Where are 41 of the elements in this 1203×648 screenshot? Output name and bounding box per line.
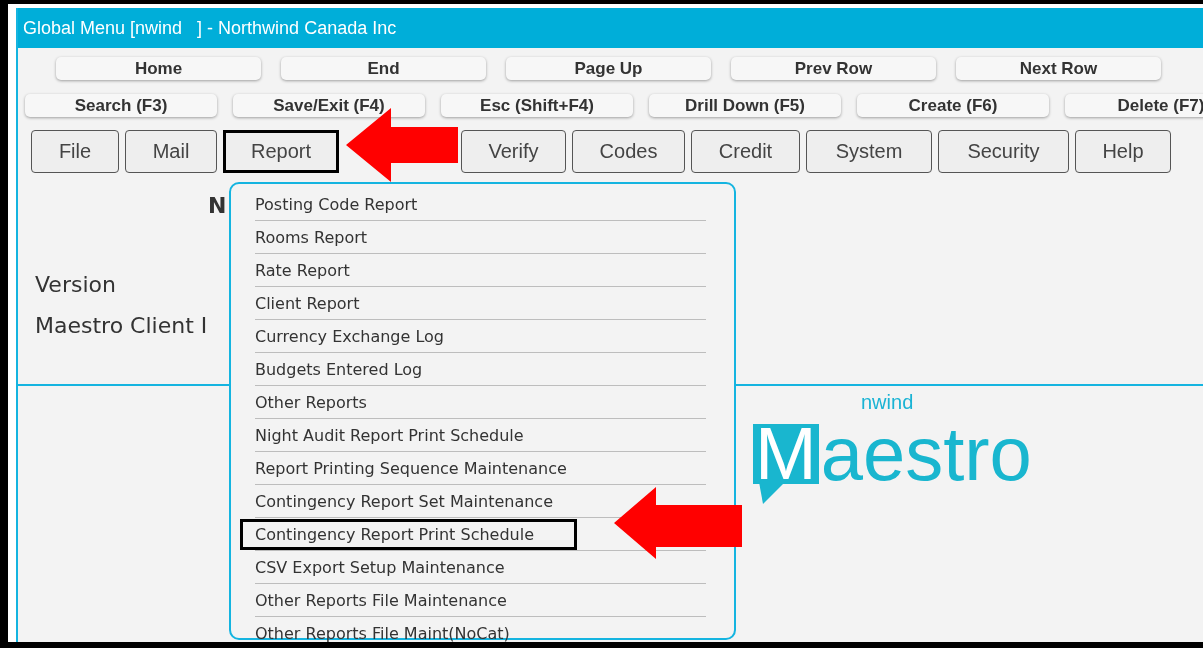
menu-tab[interactable]: File: [31, 130, 119, 173]
menu-tab[interactable]: Verify: [461, 130, 566, 173]
field-label: Maestro Client I: [35, 313, 208, 338]
menu-item[interactable]: Rooms Report: [240, 222, 411, 253]
menu-item[interactable]: Budgets Entered Log: [240, 354, 466, 385]
nav-button[interactable]: Save/Exit (F4): [233, 94, 425, 117]
nav-button[interactable]: Page Up: [506, 57, 711, 80]
menu-tab[interactable]: Codes: [572, 130, 685, 173]
window-title: Global Menu [nwind ] - Northwind Canada Inc: [18, 8, 1203, 48]
nav-button[interactable]: Drill Down (F5): [649, 94, 841, 117]
menu-item[interactable]: Other Reports: [240, 387, 410, 418]
nav-button[interactable]: End: [281, 57, 486, 80]
menu-item[interactable]: Contingency Report Print Schedule: [240, 519, 577, 550]
menu-tab[interactable]: Report: [223, 130, 339, 173]
menu-tab[interactable]: Mail: [125, 130, 217, 173]
field-label: Version: [35, 272, 116, 297]
menu-item[interactable]: Client Report: [240, 288, 403, 319]
menu-item[interactable]: Rate Report: [240, 255, 393, 286]
menu-item[interactable]: Other Reports File Maintenance: [240, 585, 550, 616]
nav-button[interactable]: Next Row: [956, 57, 1161, 80]
menu-item[interactable]: Posting Code Report: [240, 189, 461, 220]
menu-tab[interactable]: Help: [1075, 130, 1171, 173]
nav-button[interactable]: Create (F6): [857, 94, 1049, 117]
menu-tab[interactable]: System: [806, 130, 932, 173]
menu-tab[interactable]: Security: [938, 130, 1069, 173]
menu-item[interactable]: Other Reports File Maint(NoCat): [240, 618, 553, 642]
speech-tail-icon: [759, 482, 785, 504]
company-code: nwind: [861, 391, 914, 413]
heading-text: N: [208, 193, 227, 218]
menu-item[interactable]: CSV Export Setup Maintenance: [240, 552, 548, 583]
menu-item[interactable]: Night Audit Report Print Schedule: [240, 420, 567, 451]
nav-button[interactable]: Prev Row: [731, 57, 936, 80]
nav-button[interactable]: Esc (Shift+F4): [441, 94, 633, 117]
nav-button[interactable]: Search (F3): [25, 94, 217, 117]
menu-item[interactable]: Currency Exchange Log: [240, 321, 487, 352]
nav-button[interactable]: Home: [56, 57, 261, 80]
menu-item[interactable]: Report Printing Sequence Maintenance: [240, 453, 610, 484]
menu-tab[interactable]: Credit: [691, 130, 800, 173]
logo-text: aestro: [820, 424, 1032, 484]
menu-item[interactable]: Contingency Report Set Maintenance: [240, 486, 596, 517]
nav-button[interactable]: Delete (F7): [1065, 94, 1203, 117]
